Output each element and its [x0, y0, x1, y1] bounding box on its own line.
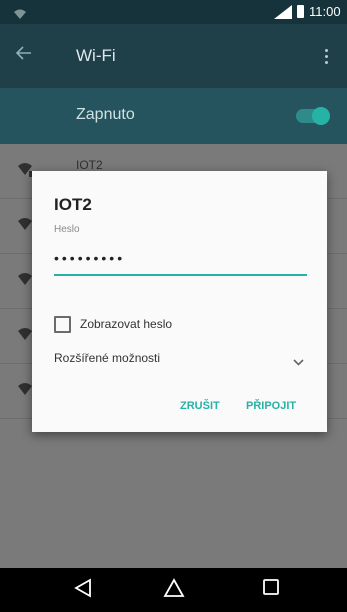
advanced-options-label: Rozšířené možnosti	[54, 351, 161, 365]
wifi-switch-label: Zapnuto	[76, 106, 135, 123]
page-title: Wi-Fi	[76, 46, 116, 65]
wifi-icon	[18, 272, 32, 291]
advanced-options-row[interactable]: Rozšířené možnosti	[54, 349, 307, 369]
dialog-title: IOT2	[54, 195, 92, 214]
connect-button[interactable]: PŘIPOJIT	[246, 400, 296, 412]
signal-icon	[274, 5, 292, 24]
home-icon[interactable]	[163, 578, 185, 603]
wifi-icon	[18, 327, 32, 346]
cancel-button[interactable]: ZRUŠIT	[180, 400, 220, 412]
status-bar: 11:00	[0, 0, 347, 24]
password-field[interactable]: •••••••••	[54, 250, 307, 276]
network-name: IOT2	[76, 158, 103, 172]
wifi-switch-row[interactable]: Zapnuto	[0, 88, 347, 144]
status-time: 11:00	[309, 4, 341, 19]
password-label: Heslo	[54, 224, 80, 235]
show-password-checkbox[interactable]	[54, 316, 71, 333]
wifi-toggle[interactable]	[296, 107, 330, 125]
show-password-label: Zobrazovat heslo	[80, 317, 173, 331]
back-arrow-icon[interactable]	[15, 46, 32, 65]
battery-icon	[297, 5, 304, 18]
toggle-thumb	[312, 107, 330, 125]
connect-dialog: IOT2 Heslo ••••••••• Zobrazovat heslo Ro…	[32, 171, 327, 432]
more-vert-icon[interactable]	[325, 49, 329, 67]
wifi-icon	[14, 6, 26, 24]
back-triangle-icon[interactable]	[74, 578, 92, 603]
chevron-down-icon[interactable]	[293, 353, 304, 371]
app-bar: Wi-Fi	[0, 24, 347, 88]
wifi-icon	[18, 217, 32, 236]
wifi-icon	[18, 382, 32, 401]
navigation-bar	[0, 568, 347, 612]
recents-icon[interactable]	[262, 578, 280, 601]
